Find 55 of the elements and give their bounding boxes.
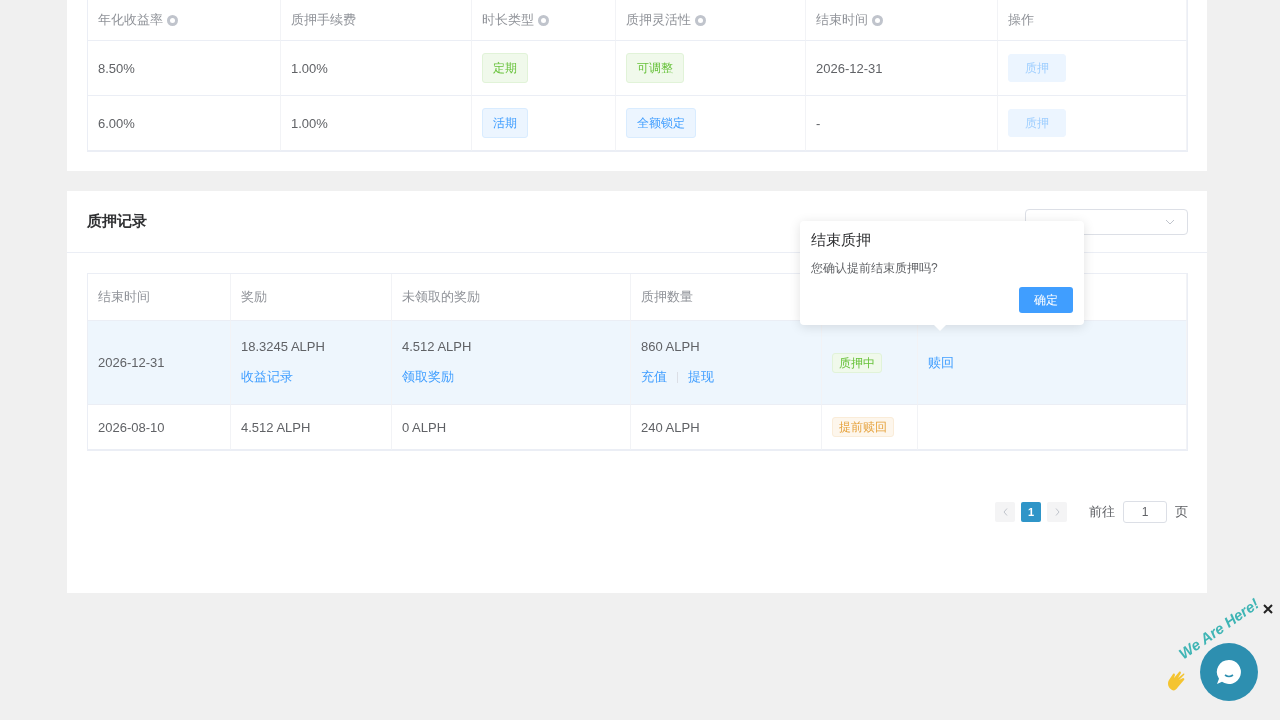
column-header: 奖励 [241, 288, 267, 306]
column-header: 质押手续费 [291, 11, 356, 29]
table-link[interactable]: 领取奖励 [402, 368, 454, 386]
column-header: 质押数量 [641, 288, 693, 306]
column-header: 操作 [1008, 11, 1034, 29]
table-cell: 2026-12-31 [816, 60, 883, 76]
flexibility-tag: 全额锁定 [626, 108, 696, 138]
table-link[interactable]: 提现 [688, 368, 714, 386]
table-cell: 2026-12-31 [98, 355, 165, 370]
flexibility-tag: 可调整 [626, 53, 684, 83]
help-icon [167, 14, 178, 26]
table-cell: 240 ALPH [641, 419, 700, 435]
status-tag: 质押中 [832, 352, 882, 373]
column-header: 结束时间 [816, 11, 868, 29]
duration-tag: 活期 [482, 108, 528, 138]
redeem-link[interactable]: 赎回 [928, 353, 954, 372]
column-header: 未领取的奖励 [402, 288, 480, 306]
table-cell: 0 ALPH [402, 419, 447, 435]
page-suffix: 页 [1175, 503, 1188, 521]
chevron-down-icon [1165, 218, 1175, 225]
previous-page-button[interactable] [995, 502, 1015, 522]
duration-tag: 定期 [482, 53, 528, 83]
column-header: 时长类型 [482, 11, 534, 29]
table-cell: 2026-08-10 [98, 419, 165, 435]
section-title: 质押记录 [87, 212, 147, 231]
popover-title: 结束质押 [811, 231, 872, 250]
help-icon [872, 14, 883, 26]
popover-message: 您确认提前结束质押吗? [811, 260, 939, 277]
help-icon [538, 14, 549, 26]
chevron-right-icon [1054, 508, 1060, 516]
table-cell: 4.512 ALPH [402, 339, 472, 354]
table-link[interactable]: 收益记录 [241, 368, 293, 386]
confirm-button[interactable]: 确定 [1019, 287, 1073, 313]
column-header: 结束时间 [98, 288, 150, 306]
table-cell: 860 ALPH [641, 339, 700, 354]
help-icon [695, 14, 706, 26]
goto-label: 前往 [1089, 503, 1115, 521]
close-icon[interactable] [1263, 604, 1273, 614]
table-cell: 1.00% [291, 115, 328, 131]
page-button[interactable]: 1 [1021, 502, 1041, 522]
table-cell: 6.00% [98, 115, 135, 131]
column-header: 年化收益率 [98, 11, 163, 29]
table-cell: - [816, 115, 821, 131]
chat-button[interactable] [1200, 643, 1258, 701]
chat-bubble-icon [1215, 658, 1243, 686]
table-cell: 1.00% [291, 60, 328, 76]
table-cell: 18.3245 ALPH [241, 339, 325, 354]
table-cell: 8.50% [98, 60, 135, 76]
column-header: 质押灵活性 [626, 11, 691, 29]
status-tag: 提前赎回 [832, 417, 894, 437]
table-cell: 4.512 ALPH [241, 419, 311, 435]
next-page-button[interactable] [1047, 502, 1067, 522]
table-link[interactable]: 充值 [641, 368, 667, 386]
chevron-left-icon [1002, 508, 1008, 516]
page-input[interactable]: 1 [1123, 501, 1167, 523]
